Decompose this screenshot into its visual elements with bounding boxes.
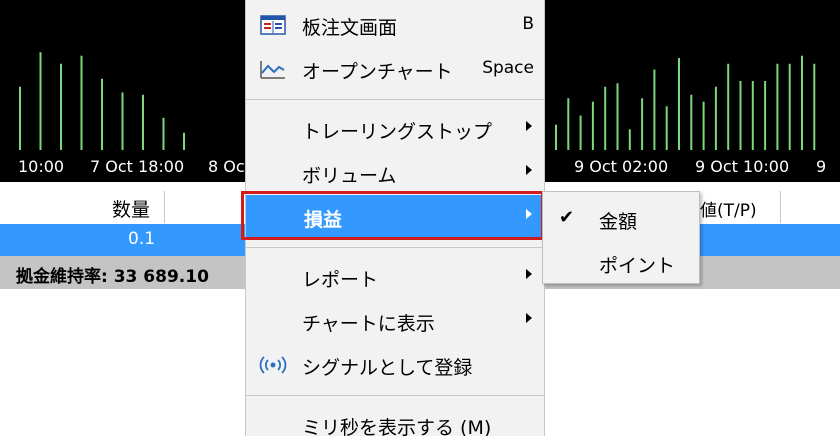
submenu-item-points[interactable]: ポイント [543, 239, 699, 283]
column-divider [164, 191, 165, 223]
time-label-5: 9 [816, 157, 827, 176]
submenu-item-label: ポイント [599, 255, 676, 277]
submenu-arrow-icon [526, 313, 532, 323]
menu-item-label: ボリューム [302, 165, 397, 187]
signal-broadcast-icon [258, 353, 288, 377]
menu-item-label: チャートに表示 [302, 313, 435, 335]
menu-item-shortcut: Space [482, 58, 534, 78]
submenu-item-label: 金額 [599, 211, 638, 233]
column-header-take-profit[interactable]: 値(T/P) [700, 196, 757, 221]
menu-separator [246, 99, 544, 100]
menu-item-shortcut: B [522, 14, 534, 34]
menu-item-trailing-stop[interactable]: トレーリングストップ [246, 107, 544, 151]
row-quantity-value: 0.1 [128, 229, 156, 249]
menu-item-label: シグナルとして登録 [302, 357, 473, 379]
column-header-quantity[interactable]: 数量 [112, 195, 150, 222]
menu-item-volume[interactable]: ボリューム [246, 151, 544, 195]
menu-separator [246, 395, 544, 396]
submenu-item-amount[interactable]: ✔ 金額 [543, 195, 699, 239]
time-label-1: 7 Oct 18:00 [90, 157, 185, 176]
submenu-arrow-icon [526, 165, 532, 175]
menu-item-label: オープンチャート [302, 61, 453, 83]
time-label-2: 8 Oc [208, 157, 245, 176]
submenu-arrow-icon [526, 209, 532, 219]
margin-level-text: 拠金維持率: 33 689.10 [16, 267, 209, 287]
menu-item-order-book[interactable]: 板注文画面 B [246, 3, 544, 47]
menu-item-register-signal[interactable]: シグナルとして登録 [246, 343, 544, 387]
time-label-4: 9 Oct 10:00 [695, 157, 790, 176]
order-book-icon [258, 13, 288, 37]
menu-item-label: 損益 [304, 209, 343, 231]
menu-item-label: レポート [302, 269, 379, 291]
menu-item-show-milliseconds[interactable]: ミリ秒を表示する (M) [246, 403, 544, 436]
menu-item-report[interactable]: レポート [246, 255, 544, 299]
menu-item-label: 板注文画面 [302, 17, 398, 39]
menu-item-label: ミリ秒を表示する (M) [302, 417, 492, 436]
context-menu: 板注文画面 B オープンチャート Space トレーリングストップ ボリューム … [245, 0, 545, 436]
checkmark-icon: ✔ [559, 207, 575, 228]
submenu-arrow-icon [526, 121, 532, 131]
line-chart-icon [258, 57, 288, 81]
time-label-3: 9 Oct 02:00 [574, 157, 669, 176]
profit-loss-submenu: ✔ 金額 ポイント [542, 191, 700, 284]
time-label-0: 10:00 [18, 157, 65, 176]
menu-separator [246, 247, 544, 248]
menu-item-label: トレーリングストップ [302, 121, 493, 143]
submenu-arrow-icon [526, 269, 532, 279]
menu-item-open-chart[interactable]: オープンチャート Space [246, 47, 544, 91]
column-divider [780, 191, 781, 223]
menu-item-profit-loss[interactable]: 損益 [246, 195, 544, 239]
menu-item-show-on-chart[interactable]: チャートに表示 [246, 299, 544, 343]
